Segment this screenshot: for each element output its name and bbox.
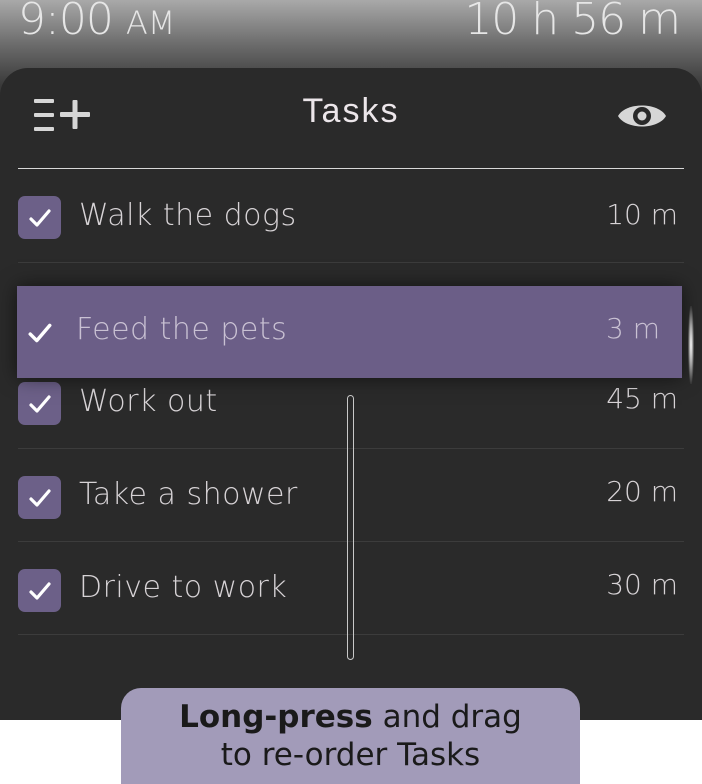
scroll-indicator: [688, 306, 694, 384]
time-ampm: AM: [125, 4, 176, 42]
remaining-time: 10 h 56 m: [464, 0, 681, 45]
task-label: Walk the dogs: [79, 198, 297, 233]
eye-icon[interactable]: [616, 98, 668, 134]
checkmark-icon: [28, 394, 51, 413]
task-row[interactable]: Walk the dogs 10 m: [0, 170, 702, 263]
reorder-hint: Long-press and drag to re-order Tasks: [121, 688, 580, 784]
hint-text-line1: and drag: [372, 699, 522, 735]
task-duration: 45 m: [606, 382, 678, 415]
current-time: 9:00 AM: [18, 0, 175, 45]
drag-guide: [347, 395, 354, 660]
hint-bold-text: Long-press: [179, 699, 373, 735]
task-duration: 20 m: [606, 475, 678, 508]
dragged-task-row[interactable]: Feed the pets 3 m: [17, 286, 682, 378]
task-checkbox[interactable]: [18, 476, 61, 519]
checkmark-icon: [28, 581, 51, 600]
task-label: Work out: [79, 384, 218, 419]
task-checkbox[interactable]: [18, 382, 61, 425]
task-duration: 30 m: [606, 568, 678, 601]
task-label: Take a shower: [79, 477, 298, 512]
task-label: Feed the pets: [76, 312, 288, 347]
row-divider: [18, 262, 684, 263]
task-duration: 3 m: [606, 312, 660, 345]
checkmark-icon: [28, 488, 51, 507]
hint-text-line2: to re-order Tasks: [220, 737, 481, 773]
task-label: Drive to work: [79, 570, 288, 605]
tasks-header: Tasks: [0, 68, 702, 169]
checkmark-icon[interactable]: [27, 320, 53, 346]
task-checkbox[interactable]: [18, 569, 61, 612]
header-divider: [18, 168, 684, 169]
task-checkbox[interactable]: [18, 196, 61, 239]
page-title: Tasks: [302, 92, 400, 130]
time-value: 9:00: [18, 0, 114, 45]
task-duration: 10 m: [606, 198, 678, 231]
checkmark-icon: [28, 208, 51, 227]
